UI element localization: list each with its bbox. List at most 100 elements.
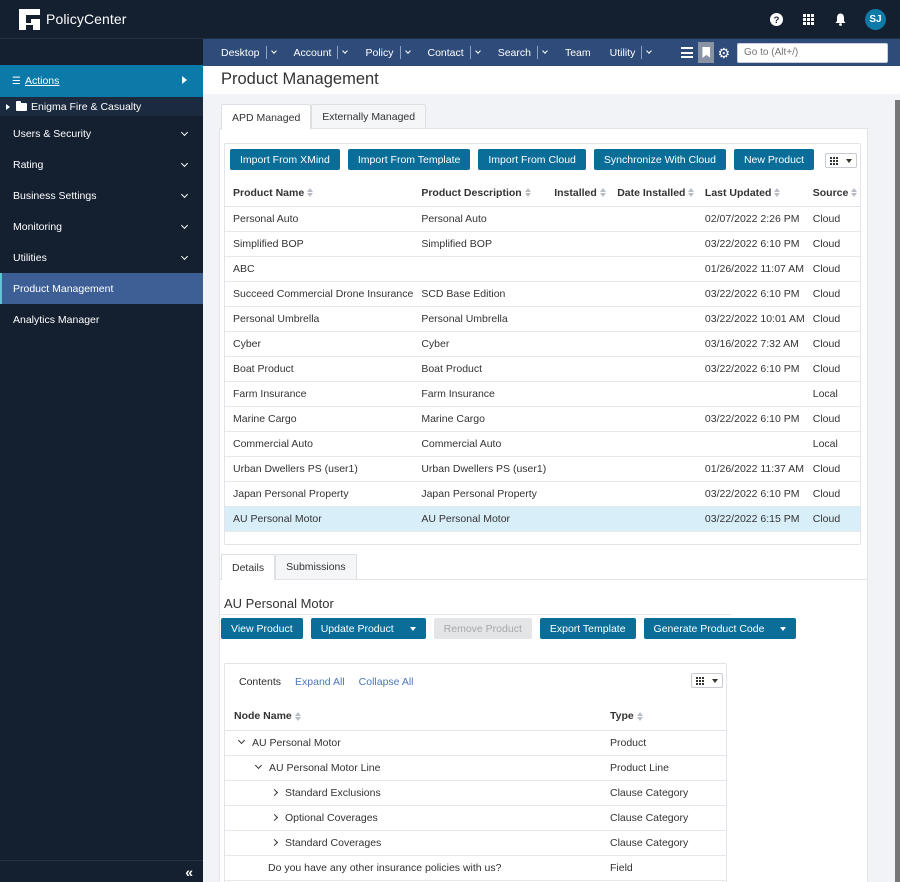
tree-row[interactable]: Standard Exclusions Clause Category — [225, 780, 726, 806]
cell-product-description: Commercial Auto — [413, 431, 547, 457]
col-product-name[interactable]: Product Name — [225, 180, 414, 207]
collapse-all-link[interactable]: Collapse All — [359, 676, 414, 688]
table-row[interactable]: ABC 01/26/2022 11:07 AM Cloud — [225, 256, 860, 282]
col-node-name[interactable]: Node Name — [225, 703, 610, 731]
new-product-button[interactable]: New Product — [733, 149, 815, 170]
chevron-down-icon[interactable] — [342, 48, 349, 54]
tab-externally-managed[interactable]: Externally Managed — [311, 104, 427, 129]
table-row[interactable]: Succeed Commercial Drone Insurance SCD Ba… — [225, 281, 860, 307]
help-icon[interactable]: ? — [769, 13, 783, 27]
chevron-down-icon[interactable] — [270, 48, 277, 54]
expand-all-link[interactable]: Expand All — [295, 676, 345, 688]
chevron-down-icon[interactable] — [404, 48, 411, 54]
nav-search[interactable]: Search — [498, 46, 565, 59]
chevron-down-icon[interactable] — [474, 48, 481, 54]
col-installed[interactable]: Installed — [546, 180, 610, 207]
column-picker-button[interactable] — [825, 153, 857, 168]
cell-node-name: AU Personal Motor Line — [225, 755, 610, 781]
chevron-right-icon[interactable] — [270, 813, 279, 821]
col-type[interactable]: Type — [610, 703, 726, 731]
gear-icon[interactable]: ⚙ — [717, 46, 730, 60]
main-scrollbar[interactable] — [895, 100, 900, 882]
chevron-down-icon[interactable] — [237, 736, 246, 744]
cell-source: Cloud — [804, 306, 860, 332]
synchronize-with-cloud-button[interactable]: Synchronize With Cloud — [593, 149, 726, 170]
nav-desktop[interactable]: Desktop — [221, 46, 294, 59]
table-row[interactable]: Farm Insurance Farm Insurance Local — [225, 381, 860, 407]
col-source[interactable]: Source — [804, 180, 860, 207]
tree-row[interactable]: Standard Coverages Clause Category — [225, 830, 726, 856]
goto-search-input[interactable] — [737, 42, 888, 63]
cell-source: Cloud — [804, 456, 860, 482]
apps-grid-icon[interactable] — [801, 13, 815, 27]
contents-column-picker-button[interactable] — [691, 673, 723, 688]
tree-row[interactable]: AU Personal Motor Line Product Line — [225, 755, 726, 781]
bookmark-button[interactable] — [698, 42, 715, 63]
table-row[interactable]: Simplified BOP Simplified BOP 03/22/2022 6… — [225, 231, 860, 257]
col-last-updated[interactable]: Last Updated — [696, 180, 805, 207]
chevron-right-icon[interactable] — [270, 788, 279, 796]
cell-node-name: AU Personal Motor — [225, 730, 610, 756]
tab-details[interactable]: Details — [221, 554, 276, 580]
cell-product-name: Personal Auto — [225, 206, 414, 232]
chevron-down-icon[interactable] — [542, 48, 548, 54]
folder-icon — [16, 100, 27, 111]
table-row[interactable]: Marine Cargo Marine Cargo 03/22/2022 6:10 … — [225, 406, 860, 432]
view-product-button[interactable]: View Product — [221, 618, 303, 639]
table-row[interactable]: Personal Auto Personal Auto 02/07/2022 2:2… — [225, 206, 860, 232]
sidebar-item-monitoring[interactable]: Monitoring — [0, 211, 203, 242]
nav-policy[interactable]: Policy — [365, 46, 427, 59]
remove-product-button[interactable]: Remove Product — [433, 618, 532, 639]
nav-team[interactable]: Team — [565, 47, 610, 59]
sidebar-item-users-security[interactable]: Users & Security — [0, 118, 203, 149]
sidebar-item-business-settings[interactable]: Business Settings — [0, 180, 203, 211]
cell-installed — [546, 281, 610, 307]
table-row[interactable]: Urban Dwellers PS (user1) Urban Dwellers … — [225, 456, 860, 482]
import-from-template-button[interactable]: Import From Template — [347, 149, 471, 170]
import-from-cloud-button[interactable]: Import From Cloud — [478, 149, 586, 170]
app-header: PolicyCenter ? SJ — [0, 0, 900, 39]
sidebar-item-rating[interactable]: Rating — [0, 149, 203, 180]
tab-apd-managed[interactable]: APD Managed — [221, 104, 312, 130]
sidebar-item-analytics-manager[interactable]: Analytics Manager — [0, 304, 203, 335]
user-avatar[interactable]: SJ — [865, 9, 886, 30]
sidebar-item-utilities[interactable]: Utilities — [0, 242, 203, 273]
hamburger-menu-icon[interactable] — [681, 47, 694, 58]
notifications-bell-icon[interactable] — [833, 13, 847, 27]
col-product-description[interactable]: Product Description — [413, 180, 547, 207]
tree-row[interactable]: AU Personal Motor Product — [225, 730, 726, 756]
import-from-xmind-button[interactable]: Import From XMind — [230, 149, 340, 170]
cell-product-name: ABC — [225, 256, 414, 282]
sidebar-org-node[interactable]: Enigma Fire & Casualty — [0, 97, 203, 116]
collapse-sidebar-icon[interactable]: « — [185, 864, 193, 880]
sidebar-item-product-management[interactable]: Product Management — [0, 273, 203, 304]
generate-product-code-button[interactable]: Generate Product Code — [643, 618, 797, 639]
grid-icon — [696, 676, 706, 685]
tab-submissions[interactable]: Submissions — [275, 554, 357, 579]
col-date-installed[interactable]: Date Installed — [609, 180, 697, 207]
caret-down-icon[interactable] — [780, 626, 787, 631]
table-row[interactable]: Cyber Cyber 03/16/2022 7:32 AM Cloud — [225, 331, 860, 357]
update-product-button[interactable]: Update Product — [310, 618, 426, 639]
nav-contact[interactable]: Contact — [428, 46, 498, 59]
caret-down-icon[interactable] — [409, 626, 416, 631]
chevron-down-icon[interactable] — [254, 761, 263, 769]
tree-row[interactable]: Do you have any other insurance policies… — [225, 855, 726, 881]
chevron-down-icon[interactable] — [646, 48, 653, 54]
tree-row[interactable]: Optional Coverages Clause Category — [225, 805, 726, 831]
table-row[interactable]: AU Personal Motor AU Personal Motor 03/22/… — [225, 506, 860, 532]
nav-utility[interactable]: Utility — [610, 46, 670, 59]
chevron-right-icon[interactable] — [270, 838, 279, 846]
export-template-button[interactable]: Export Template — [539, 618, 636, 639]
caret-right-icon — [182, 76, 187, 84]
cell-product-name: Marine Cargo — [225, 406, 414, 432]
actions-menu-button[interactable]: ☰ Actions — [0, 65, 203, 97]
table-row[interactable]: Commercial Auto Commercial Auto Local — [225, 431, 860, 457]
nav-account[interactable]: Account — [294, 46, 366, 59]
org-label: Enigma Fire & Casualty — [31, 100, 142, 113]
cell-installed — [546, 231, 610, 257]
sort-icon — [851, 187, 858, 198]
table-row[interactable]: Japan Personal Property Japan Personal Pr… — [225, 481, 860, 507]
table-row[interactable]: Boat Product Boat Product 03/22/2022 6:10 … — [225, 356, 860, 382]
table-row[interactable]: Personal Umbrella Personal Umbrella 03/22/… — [225, 306, 860, 332]
